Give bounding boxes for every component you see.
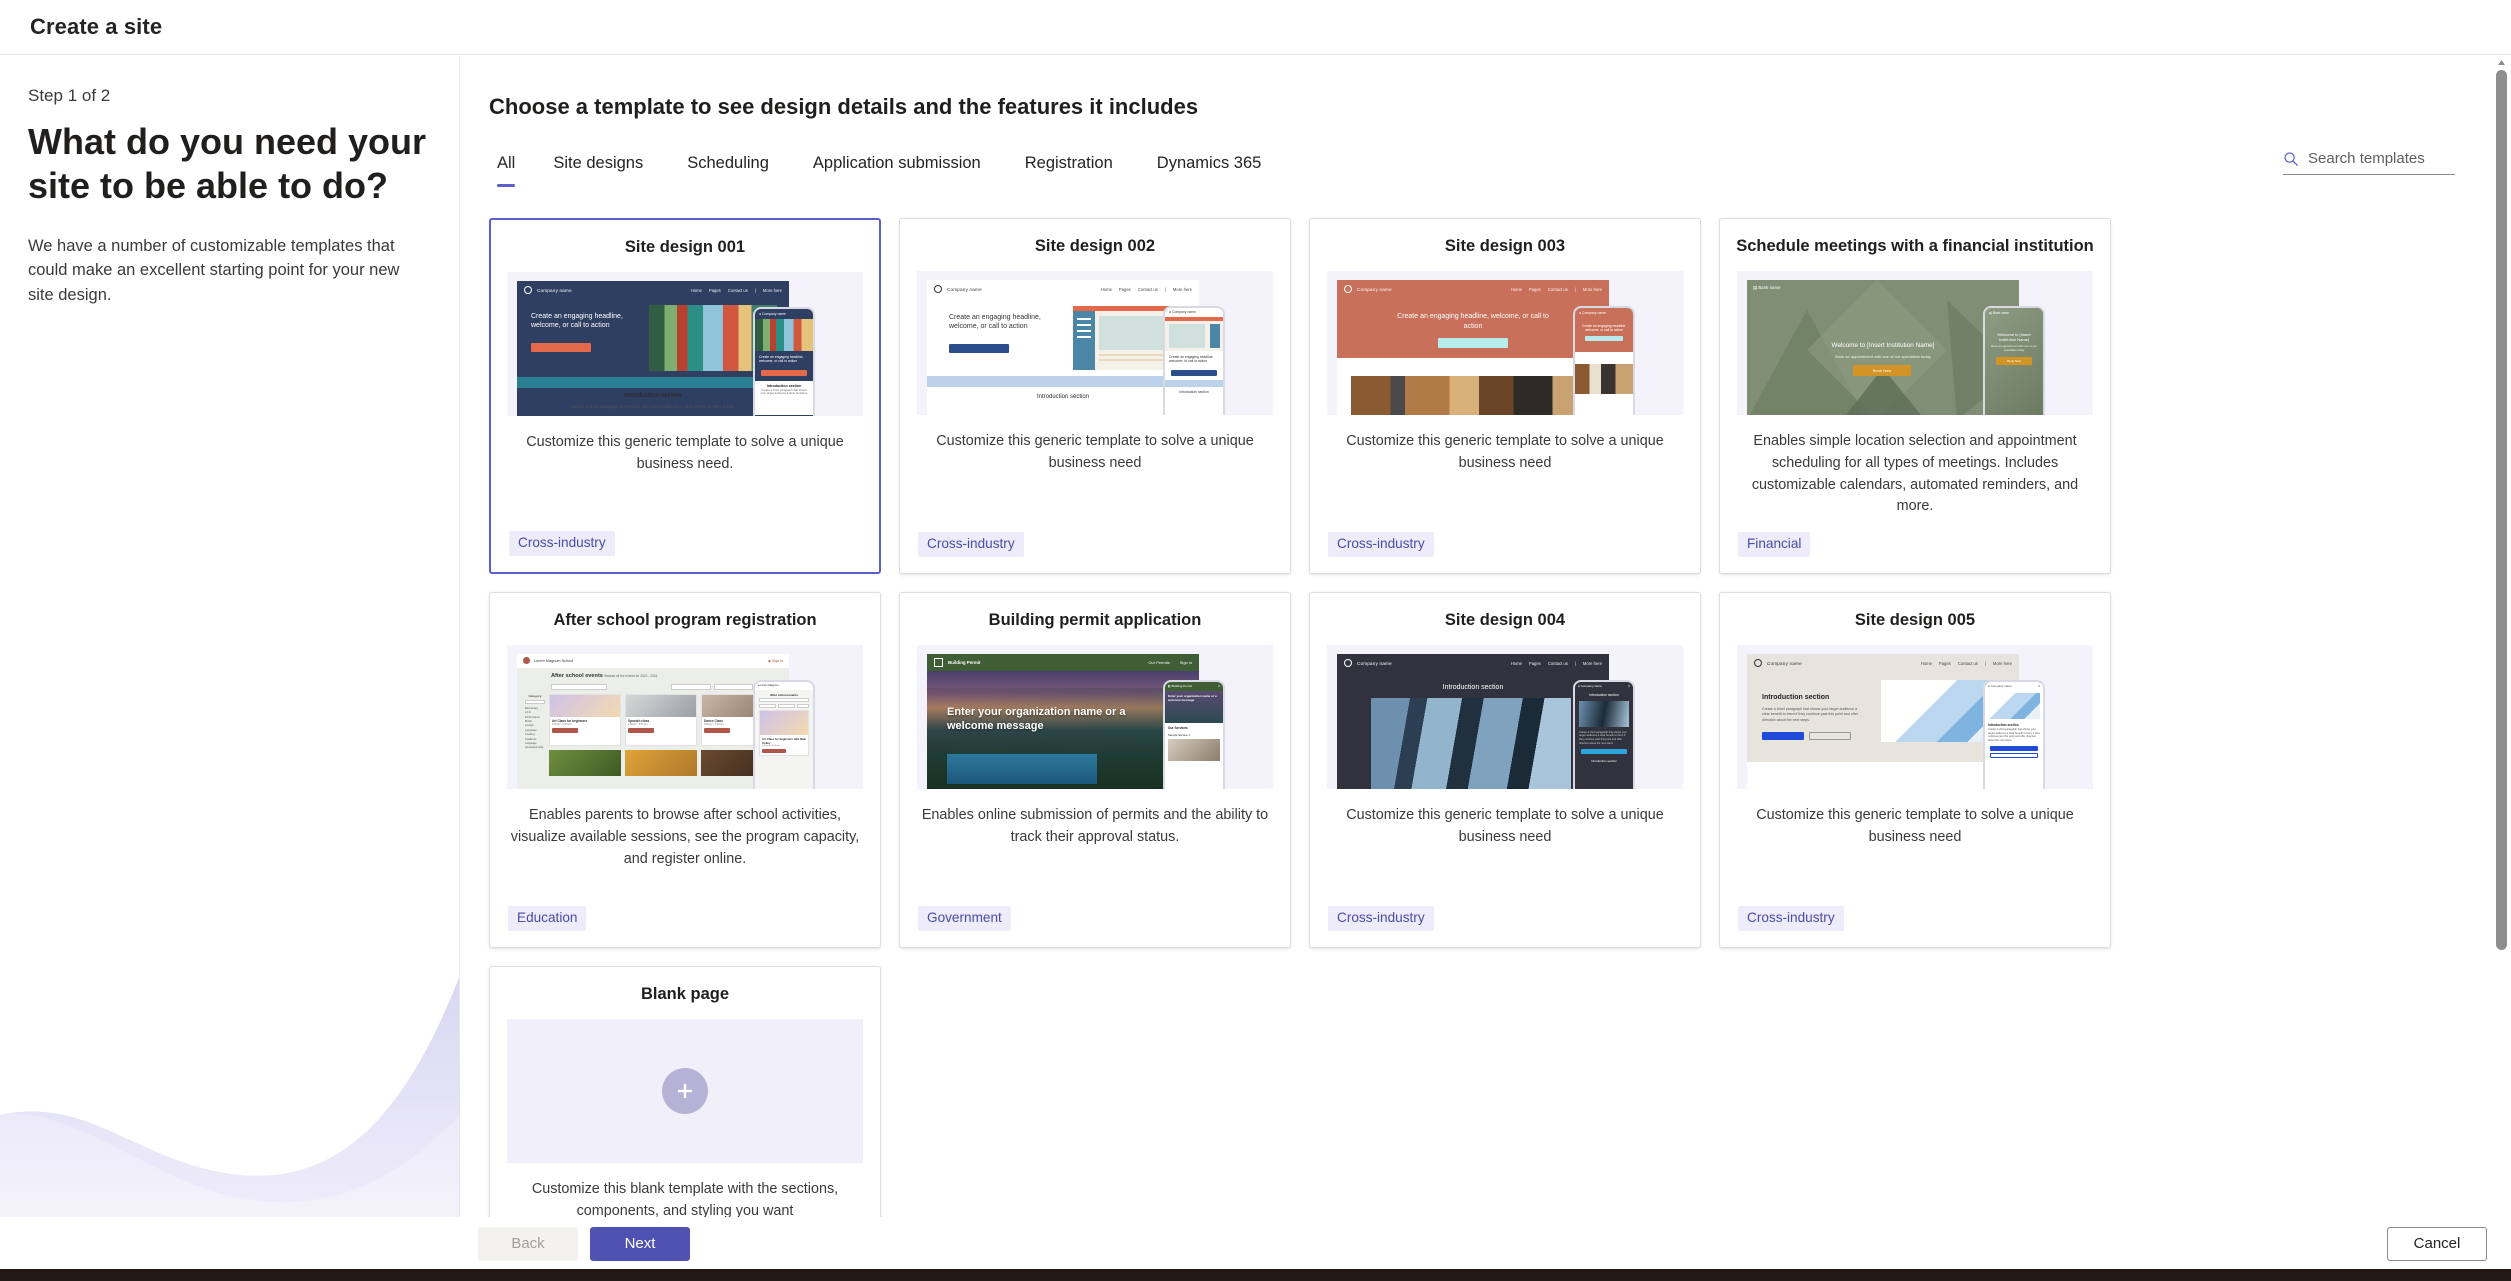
template-card-site-design-001[interactable]: Site design 001 Company name Home Pages Co…	[489, 218, 881, 574]
create-a-site-dialog: Create a site Step 1 of 2 What do you ne…	[0, 0, 2511, 1281]
card-description: Enables online submission of permits and…	[921, 806, 1269, 845]
card-industry-chip: Cross-industry	[918, 532, 1024, 557]
card-industry-chip: Cross-industry	[1328, 532, 1434, 557]
bottom-strip	[0, 1269, 2511, 1281]
tab-registration[interactable]: Registration	[1003, 150, 1135, 187]
page-description: We have a number of customizable templat…	[28, 236, 400, 304]
cancel-button[interactable]: Cancel	[2387, 1226, 2487, 1261]
card-thumbnail	[507, 1018, 863, 1163]
back-button[interactable]: Back	[478, 1226, 578, 1261]
template-tabs: All Site designs Scheduling Application …	[489, 150, 1283, 187]
tab-scheduling[interactable]: Scheduling	[665, 150, 791, 187]
card-thumbnail: Company name Home Pages Contact us | More he…	[917, 270, 1273, 415]
card-title: Site design 005	[1854, 611, 1976, 629]
card-thumbnail: Company name Home Pages Contact us | More he…	[1327, 270, 1683, 415]
card-description: Customize this generic template to solve…	[1756, 806, 2074, 845]
card-description: Enables parents to browse after school a…	[510, 806, 860, 867]
page-scrollbar[interactable]	[2495, 56, 2508, 1245]
card-thumbnail: Building Permit Our Permits Sign in Enter…	[917, 644, 1273, 789]
card-thumbnail: Company name Home Pages Contact us | More he…	[507, 271, 863, 416]
card-description: Customize this generic template to solve…	[526, 433, 844, 472]
template-card-grid: Site design 001 Company name Home Pages Co…	[489, 218, 2461, 1245]
dialog-titlebar: Create a site	[0, 0, 2511, 55]
card-industry-chip: Cross-industry	[509, 531, 615, 556]
card-title: Blank page	[640, 985, 730, 1003]
card-description: Customize this generic template to solve…	[1346, 432, 1664, 471]
card-industry-chip: Cross-industry	[1738, 906, 1844, 931]
card-industry-chip: Education	[508, 906, 587, 931]
card-description: Customize this generic template to solve…	[936, 432, 1254, 471]
wizard-right-pane: Choose a template to see design details …	[461, 56, 2511, 1245]
template-card-site-design-003[interactable]: Site design 003 Company name Home Pages Co…	[1309, 218, 1701, 574]
search-icon	[2284, 151, 2298, 166]
card-title: Site design 001	[624, 238, 746, 256]
next-button[interactable]: Next	[590, 1226, 690, 1261]
template-card-after-school-program-registration[interactable]: After school program registration Lorem …	[489, 592, 881, 948]
template-filter-row: All Site designs Scheduling Application …	[489, 150, 2455, 196]
template-card-blank-page[interactable]: Blank page Customize this blank template…	[489, 966, 881, 1245]
dialog-title: Create a site	[30, 14, 163, 39]
card-title: Site design 003	[1444, 237, 1566, 255]
template-card-building-permit-application[interactable]: Building permit application Building Per…	[899, 592, 1291, 948]
search-input-placeholder[interactable]: Search templates	[2308, 150, 2425, 167]
card-thumbnail: ▤ Bank name Welcome to [Insert Instituti…	[1737, 270, 2093, 415]
card-title: After school program registration	[553, 611, 817, 629]
wizard-left-pane: Step 1 of 2 What do you need your site t…	[0, 56, 460, 1245]
template-card-site-design-004[interactable]: Site design 004 Company name Home Pages Co…	[1309, 592, 1701, 948]
template-card-site-design-005[interactable]: Site design 005 Company name Home Pages Co…	[1719, 592, 2111, 948]
tab-dynamics-365[interactable]: Dynamics 365	[1135, 150, 1284, 187]
card-title: Schedule meetings with a financial insti…	[1736, 237, 2094, 255]
card-title: Site design 002	[1034, 237, 1156, 255]
scroll-up-icon[interactable]	[2495, 56, 2508, 69]
plus-icon	[662, 1067, 708, 1114]
card-thumbnail: Company name Home Pages Contact us | More he…	[1327, 644, 1683, 789]
card-description: Customize this generic template to solve…	[1346, 806, 1664, 845]
template-card-site-design-002[interactable]: Site design 002 Company name Home Pages Co…	[899, 218, 1291, 574]
card-title: Building permit application	[988, 611, 1202, 629]
tab-application-submission[interactable]: Application submission	[791, 150, 1003, 187]
card-title: Site design 004	[1444, 611, 1566, 629]
decorative-waves	[0, 977, 459, 1245]
card-thumbnail: Lorem Magnum School ◉ Sign in After scho…	[507, 644, 863, 789]
tab-site-designs[interactable]: Site designs	[531, 150, 665, 187]
step-indicator: Step 1 of 2	[28, 86, 111, 105]
card-description: Enables simple location selection and ap…	[1751, 432, 2079, 515]
search-templates-field[interactable]: Search templates	[2283, 150, 2455, 175]
card-industry-chip: Cross-industry	[1328, 906, 1434, 931]
card-industry-chip: Financial	[1738, 532, 1811, 557]
template-picker-heading: Choose a template to see design details …	[489, 94, 1199, 119]
template-card-schedule-meetings[interactable]: Schedule meetings with a financial insti…	[1719, 218, 2111, 574]
tab-all[interactable]: All	[489, 150, 531, 187]
card-industry-chip: Government	[918, 906, 1011, 931]
page-title: What do you need your site to be able to…	[28, 121, 427, 206]
scrollbar-thumb[interactable]	[2496, 70, 2507, 950]
card-thumbnail: Company name Home Pages Contact us | More he…	[1737, 644, 2093, 789]
wizard-footer: Back Next Cancel	[0, 1217, 2511, 1269]
